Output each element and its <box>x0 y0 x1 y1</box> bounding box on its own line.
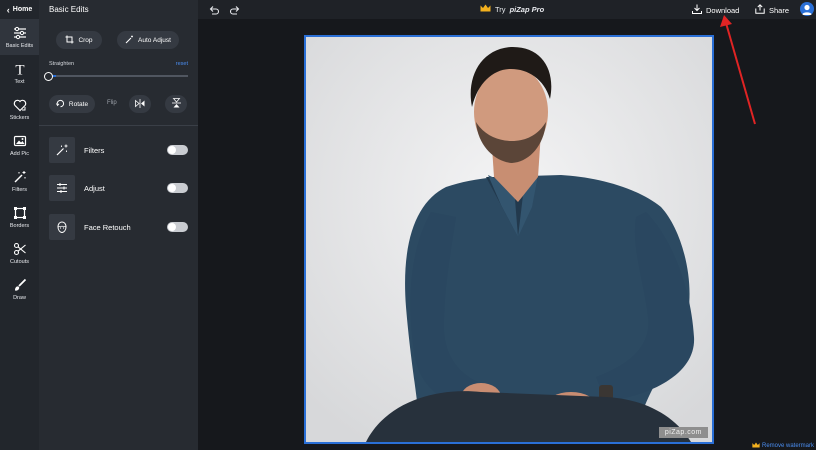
brush-icon <box>12 277 28 293</box>
panel-title: Basic Edits <box>49 5 89 14</box>
rail-label: Text <box>14 79 25 85</box>
rotate-icon <box>56 99 65 110</box>
download-icon <box>692 4 702 16</box>
text-icon: T <box>12 61 28 77</box>
svg-text:T: T <box>15 63 24 77</box>
rail-item-basic-edits[interactable]: Basic Edits <box>0 19 39 55</box>
toggle-knob <box>168 146 176 154</box>
rail-item-borders[interactable]: Borders <box>0 199 39 235</box>
magic-wand-icon <box>125 35 134 46</box>
toggle-knob <box>168 223 176 231</box>
rail-item-filters[interactable]: Filters <box>0 163 39 199</box>
home-label: Home <box>12 6 33 13</box>
adjust-tool-row[interactable]: Adjust <box>49 175 188 201</box>
sliders-icon <box>12 25 28 41</box>
filters-toggle[interactable] <box>167 145 188 155</box>
face-retouch-toggle[interactable] <box>167 222 188 232</box>
tool-rail: ‹ Home Basic Edits T Text Stickers Add P… <box>0 0 39 450</box>
straighten-slider-track[interactable] <box>49 75 188 77</box>
editor-canvas: piZap.com Remove watermark <box>198 15 816 450</box>
chevron-left-icon: ‹ <box>6 4 10 15</box>
annotation-arrow-icon <box>720 15 756 125</box>
panel-divider <box>39 125 198 126</box>
photo-frame[interactable]: piZap.com <box>304 35 714 444</box>
face-retouch-tool-label: Face Retouch <box>84 222 131 232</box>
rail-item-text[interactable]: T Text <box>0 55 39 91</box>
rail-label: Basic Edits <box>5 43 34 49</box>
rail-label: Filters <box>12 187 27 193</box>
rail-item-cutouts[interactable]: Cutouts <box>0 235 39 271</box>
face-icon <box>49 214 75 240</box>
rail-item-add-pic[interactable]: Add Pic <box>0 127 39 163</box>
magic-wand-icon <box>12 169 28 185</box>
adjust-toggle[interactable] <box>167 183 188 193</box>
basic-edits-panel: Basic Edits Crop Auto Adjust Straighten … <box>39 0 198 450</box>
try-label: Try <box>495 4 506 14</box>
crop-button[interactable]: Crop <box>56 31 102 49</box>
rotate-button[interactable]: Rotate <box>49 95 95 113</box>
filters-tool-label: Filters <box>84 145 105 155</box>
adjust-tool-label: Adjust <box>84 183 105 193</box>
rotate-label: Rotate <box>68 100 89 108</box>
watermark-label: piZap.com <box>658 427 708 438</box>
crop-label: Crop <box>78 36 93 44</box>
redo-icon[interactable] <box>229 3 241 15</box>
rail-label: Borders <box>9 223 30 229</box>
home-button[interactable]: ‹ Home <box>0 0 39 19</box>
toggle-knob <box>168 184 176 192</box>
straighten-slider-handle[interactable] <box>44 72 53 81</box>
sticker-icon <box>12 97 28 113</box>
share-label: Share <box>769 5 790 15</box>
rail-label: Stickers <box>9 115 30 121</box>
border-icon <box>12 205 28 221</box>
pro-label: piZap Pro <box>509 4 545 14</box>
undo-icon[interactable] <box>208 3 220 15</box>
flip-label: Flip <box>107 100 117 106</box>
remove-watermark-link[interactable]: Remove watermark <box>752 442 814 450</box>
cutout-icon <box>12 241 28 257</box>
flip-horizontal-button[interactable] <box>129 95 151 113</box>
straighten-label: Straighten <box>49 61 75 67</box>
rail-label: Draw <box>13 295 26 301</box>
auto-adjust-label: Auto Adjust <box>138 36 171 44</box>
face-retouch-tool-row[interactable]: Face Retouch <box>49 214 188 240</box>
add-picture-icon <box>12 133 28 149</box>
magic-wand-icon <box>49 137 75 163</box>
portrait-photo <box>306 37 712 442</box>
rail-label: Cutouts <box>10 259 29 265</box>
flip-horizontal-icon <box>135 95 145 113</box>
rail-item-stickers[interactable]: Stickers <box>0 91 39 127</box>
adjust-sliders-icon <box>49 175 75 201</box>
flip-vertical-button[interactable] <box>165 95 187 113</box>
remove-watermark-label: Remove watermark <box>761 443 814 449</box>
rail-item-draw[interactable]: Draw <box>0 271 39 307</box>
crown-icon <box>480 4 491 14</box>
user-avatar-icon[interactable] <box>800 2 814 16</box>
crop-icon <box>65 35 74 46</box>
rail-label: Add Pic <box>10 151 29 157</box>
reset-link[interactable]: reset <box>176 61 188 67</box>
flip-vertical-icon <box>171 95 181 113</box>
filters-tool-row[interactable]: Filters <box>49 137 188 163</box>
crown-icon <box>752 442 760 450</box>
try-pro-link[interactable]: Try piZap Pro <box>480 4 544 14</box>
auto-adjust-button[interactable]: Auto Adjust <box>117 31 179 49</box>
